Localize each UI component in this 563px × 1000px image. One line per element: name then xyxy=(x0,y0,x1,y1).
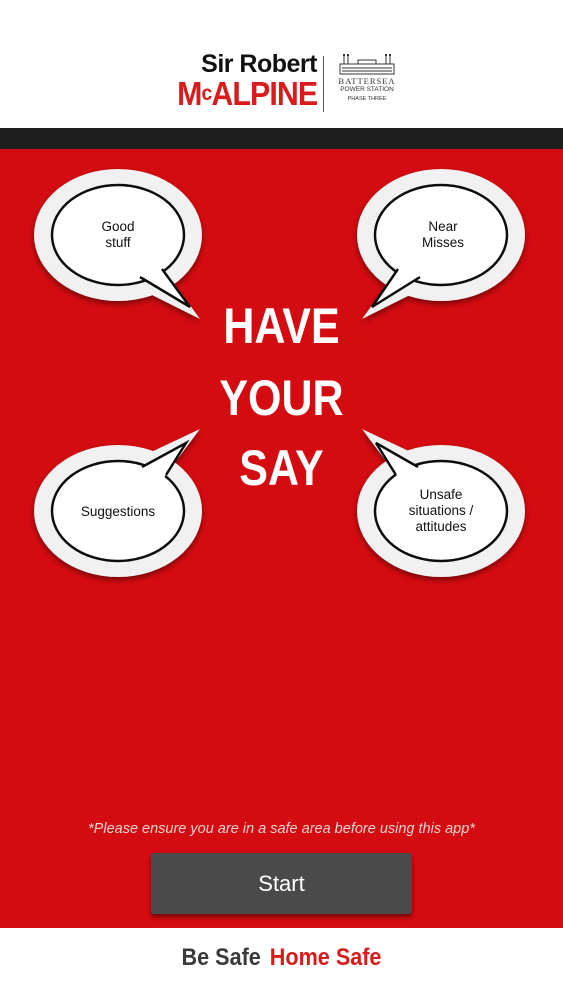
power-station-icon xyxy=(339,54,395,75)
battersea-phase: PHASE THREE xyxy=(347,96,387,102)
logo-line-sir-robert: Sir Robert xyxy=(201,50,317,78)
battersea-logo: BATTERSEA POWER STATION PHASE THREE xyxy=(334,52,400,104)
safety-notice: *Please ensure you are in a safe area be… xyxy=(88,821,475,837)
main-panel: Good stuff Near Misses Suggestions Unsaf… xyxy=(0,149,563,928)
logo-line-mcalpine: McALPINE xyxy=(176,75,318,112)
bubble-label-suggestions: Suggestions xyxy=(80,504,156,519)
battersea-subtitle: POWER STATION xyxy=(340,86,394,93)
bubble-label-near-misses: Near Misses xyxy=(421,219,464,250)
logo-divider xyxy=(323,56,324,112)
headline-your: YOUR xyxy=(219,370,344,426)
footer-home-safe: Home Safe xyxy=(269,944,382,971)
start-button[interactable]: Start xyxy=(151,853,412,914)
speech-bubbles xyxy=(34,169,525,577)
footer: Be Safe Home Safe xyxy=(0,928,563,1000)
headline-say: SAY xyxy=(239,440,324,496)
footer-be-safe: Be Safe xyxy=(181,944,261,971)
footer-slogan: Be Safe Home Safe xyxy=(28,944,535,972)
header-dark-bar xyxy=(0,128,563,149)
sir-robert-mcalpine-logo: Sir Robert McALPINE xyxy=(165,50,318,112)
headline-have: HAVE xyxy=(223,298,340,354)
battersea-title: BATTERSEA xyxy=(338,76,396,86)
app-header: Sir Robert McALPINE BATTERSEA POWER STAT… xyxy=(0,0,563,128)
bubble-label-good-stuff: Good stuff xyxy=(101,219,135,250)
